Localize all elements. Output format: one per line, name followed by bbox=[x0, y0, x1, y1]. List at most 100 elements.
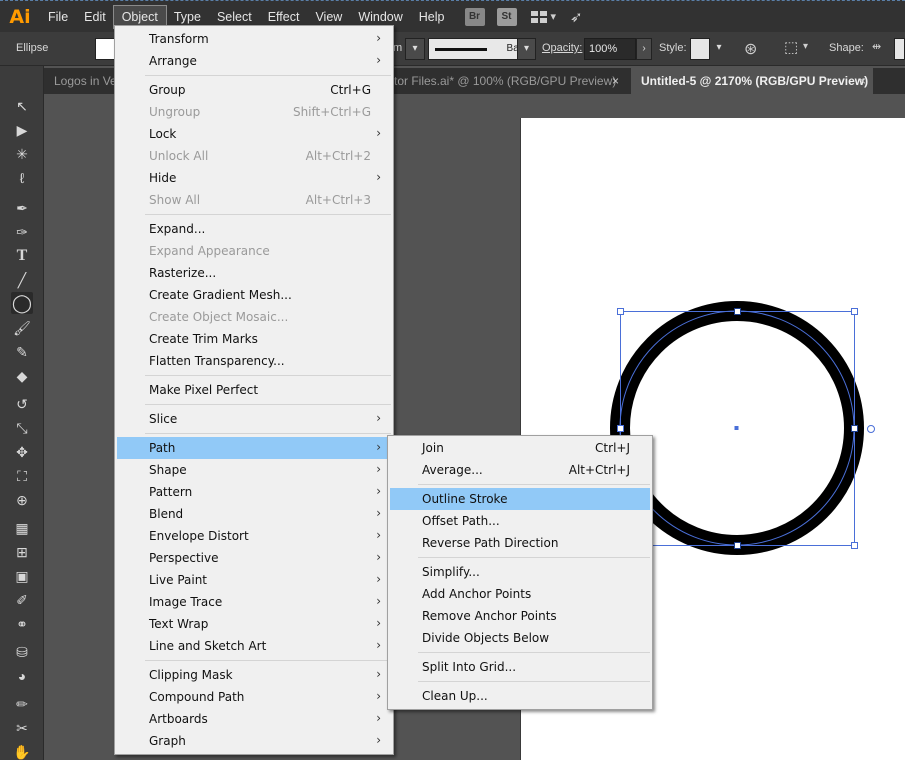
path-menu-item-outline-stroke[interactable]: Outline Stroke bbox=[390, 488, 650, 510]
chevron-right-icon: › bbox=[376, 462, 381, 476]
menu-item-label: Graph bbox=[149, 734, 186, 748]
menu-separator bbox=[145, 660, 391, 661]
anchor-points[interactable] bbox=[734, 308, 858, 549]
menu-item-shortcut: Alt+Ctrl+3 bbox=[305, 193, 371, 207]
menu-item-expand-appearance: Expand Appearance bbox=[117, 240, 391, 262]
pie-widget-handle[interactable] bbox=[867, 425, 875, 433]
path-menu-item-divide-objects-below[interactable]: Divide Objects Below bbox=[390, 627, 650, 649]
menu-item-label: Slice bbox=[149, 412, 178, 426]
menu-separator bbox=[418, 652, 650, 653]
path-menu-item-simplify[interactable]: Simplify... bbox=[390, 561, 650, 583]
menu-item-clipping-mask[interactable]: Clipping Mask › bbox=[117, 664, 391, 686]
menu-item-label: Join bbox=[422, 441, 444, 455]
menu-item-label: Envelope Distort bbox=[149, 529, 249, 543]
chevron-right-icon: › bbox=[376, 667, 381, 681]
menu-item-flatten-transparency[interactable]: Flatten Transparency... bbox=[117, 350, 391, 372]
menu-separator bbox=[418, 484, 650, 485]
menu-item-unlock-all: Unlock All Alt+Ctrl+2 bbox=[117, 145, 391, 167]
menu-item-lock[interactable]: Lock › bbox=[117, 123, 391, 145]
menu-item-shortcut: Ctrl+G bbox=[330, 83, 371, 97]
path-menu-item-join[interactable]: Join Ctrl+J bbox=[390, 437, 650, 459]
menu-item-label: Clean Up... bbox=[422, 689, 488, 703]
menu-item-label: Clipping Mask bbox=[149, 668, 233, 682]
menu-item-artboards[interactable]: Artboards › bbox=[117, 708, 391, 730]
menu-item-compound-path[interactable]: Compound Path › bbox=[117, 686, 391, 708]
menu-item-line-and-sketch-art[interactable]: Line and Sketch Art › bbox=[117, 635, 391, 657]
menu-item-label: Split Into Grid... bbox=[422, 660, 517, 674]
menu-item-label: Expand... bbox=[149, 222, 206, 236]
menu-item-label: Live Paint bbox=[149, 573, 208, 587]
chevron-right-icon: › bbox=[376, 638, 381, 652]
menu-item-create-object-mosaic: Create Object Mosaic... bbox=[117, 306, 391, 328]
menu-item-label: Create Gradient Mesh... bbox=[149, 288, 292, 302]
menu-separator bbox=[418, 681, 650, 682]
menu-item-perspective[interactable]: Perspective › bbox=[117, 547, 391, 569]
menu-item-shortcut: Alt+Ctrl+J bbox=[568, 463, 630, 477]
menu-item-label: Show All bbox=[149, 193, 201, 207]
menu-item-label: Remove Anchor Points bbox=[422, 609, 557, 623]
menu-item-shape[interactable]: Shape › bbox=[117, 459, 391, 481]
menu-item-path[interactable]: Path › bbox=[117, 437, 391, 459]
menu-item-graph[interactable]: Graph › bbox=[117, 730, 391, 752]
menu-item-rasterize[interactable]: Rasterize... bbox=[117, 262, 391, 284]
menu-item-label: Divide Objects Below bbox=[422, 631, 550, 645]
menu-item-label: Make Pixel Perfect bbox=[149, 383, 259, 397]
path-submenu: Join Ctrl+J Average... Alt+Ctrl+J Outline St… bbox=[387, 435, 653, 710]
menu-item-label: Create Object Mosaic... bbox=[149, 310, 289, 324]
menu-item-live-paint[interactable]: Live Paint › bbox=[117, 569, 391, 591]
menu-item-label: Compound Path bbox=[149, 690, 245, 704]
path-menu-item-average[interactable]: Average... Alt+Ctrl+J bbox=[390, 459, 650, 481]
chevron-right-icon: › bbox=[376, 594, 381, 608]
menu-item-label: Image Trace bbox=[149, 595, 223, 609]
menu-item-label: Rasterize... bbox=[149, 266, 217, 280]
center-point bbox=[734, 426, 739, 430]
menu-item-shortcut: Ctrl+J bbox=[595, 441, 630, 455]
chevron-right-icon: › bbox=[376, 506, 381, 520]
path-menu-item-offset-path[interactable]: Offset Path... bbox=[390, 510, 650, 532]
menu-item-label: Outline Stroke bbox=[422, 492, 508, 506]
menu-item-label: Arrange bbox=[149, 54, 197, 68]
menu-item-expand[interactable]: Expand... bbox=[117, 218, 391, 240]
menu-item-label: Line and Sketch Art bbox=[149, 639, 267, 653]
path-menu-item-reverse-path-direction[interactable]: Reverse Path Direction bbox=[390, 532, 650, 554]
menu-item-label: Path bbox=[149, 441, 176, 455]
menu-item-slice[interactable]: Slice › bbox=[117, 408, 391, 430]
chevron-right-icon: › bbox=[376, 550, 381, 564]
menu-item-hide[interactable]: Hide › bbox=[117, 167, 391, 189]
menu-item-create-gradient-mesh[interactable]: Create Gradient Mesh... bbox=[117, 284, 391, 306]
menu-item-label: Simplify... bbox=[422, 565, 480, 579]
path-menu-item-split-into-grid[interactable]: Split Into Grid... bbox=[390, 656, 650, 678]
menu-item-pattern[interactable]: Pattern › bbox=[117, 481, 391, 503]
menu-item-label: Artboards bbox=[149, 712, 208, 726]
menu-item-label: Reverse Path Direction bbox=[422, 536, 559, 550]
menu-item-transform[interactable]: Transform › bbox=[117, 28, 391, 50]
chevron-right-icon: › bbox=[376, 126, 381, 140]
chevron-right-icon: › bbox=[376, 440, 381, 454]
menu-item-text-wrap[interactable]: Text Wrap › bbox=[117, 613, 391, 635]
menu-item-label: Shape bbox=[149, 463, 187, 477]
menu-item-label: Offset Path... bbox=[422, 514, 500, 528]
menu-item-shortcut: Alt+Ctrl+2 bbox=[305, 149, 371, 163]
menu-separator bbox=[145, 404, 391, 405]
path-menu-item-add-anchor-points[interactable]: Add Anchor Points bbox=[390, 583, 650, 605]
chevron-right-icon: › bbox=[376, 733, 381, 747]
menu-item-label: Average... bbox=[422, 463, 483, 477]
path-menu-item-clean-up[interactable]: Clean Up... bbox=[390, 685, 650, 707]
menu-item-label: Create Trim Marks bbox=[149, 332, 258, 346]
menu-item-label: Blend bbox=[149, 507, 184, 521]
menu-item-group[interactable]: Group Ctrl+G bbox=[117, 79, 391, 101]
path-menu-item-remove-anchor-points[interactable]: Remove Anchor Points bbox=[390, 605, 650, 627]
chevron-right-icon: › bbox=[376, 528, 381, 542]
menu-item-label: Hide bbox=[149, 171, 177, 185]
menu-item-make-pixel-perfect[interactable]: Make Pixel Perfect bbox=[117, 379, 391, 401]
menu-separator bbox=[145, 214, 391, 215]
chevron-right-icon: › bbox=[376, 411, 381, 425]
menu-item-envelope-distort[interactable]: Envelope Distort › bbox=[117, 525, 391, 547]
menu-item-image-trace[interactable]: Image Trace › bbox=[117, 591, 391, 613]
menu-item-create-trim-marks[interactable]: Create Trim Marks bbox=[117, 328, 391, 350]
chevron-right-icon: › bbox=[376, 616, 381, 630]
menu-item-blend[interactable]: Blend › bbox=[117, 503, 391, 525]
menu-item-arrange[interactable]: Arrange › bbox=[117, 50, 391, 72]
menu-item-label: Text Wrap bbox=[149, 617, 209, 631]
chevron-right-icon: › bbox=[376, 711, 381, 725]
